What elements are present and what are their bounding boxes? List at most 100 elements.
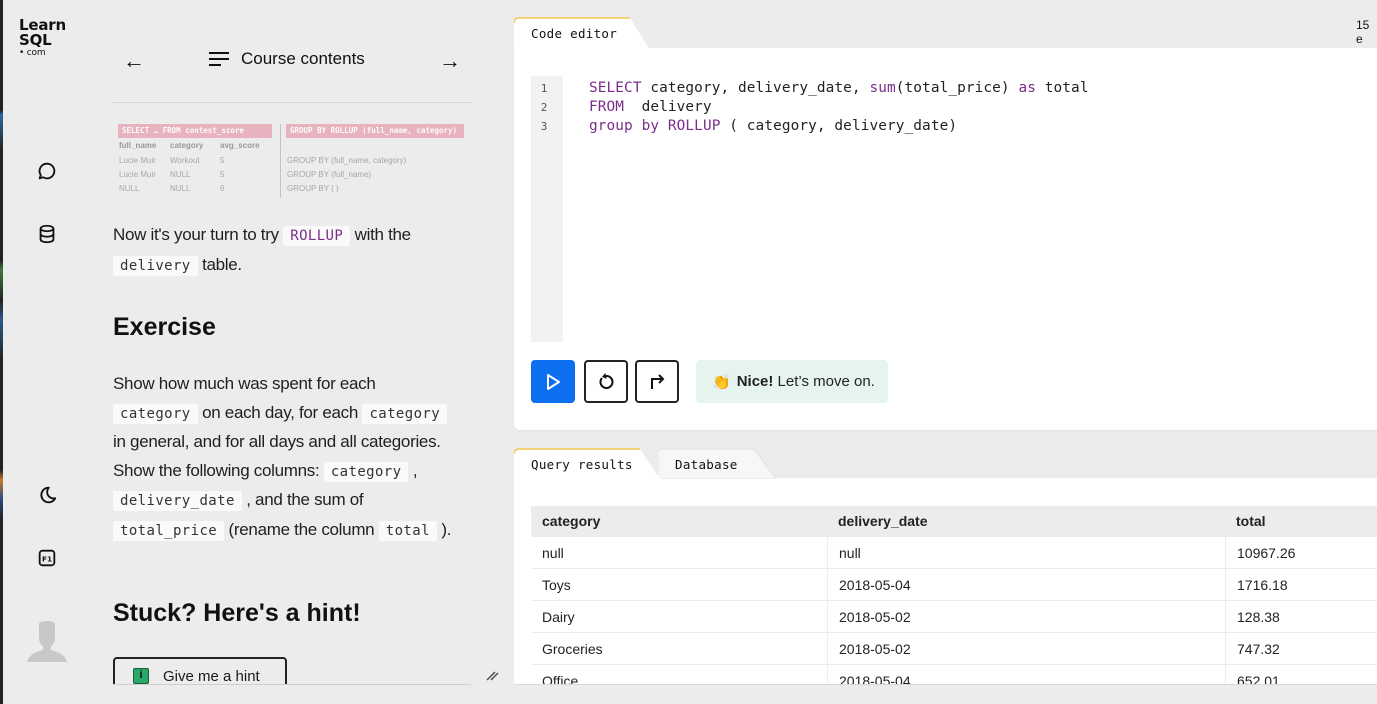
diagram-grouping: GROUP BY (full_name) (287, 170, 372, 179)
code-line: FROM delivery (589, 98, 1089, 117)
table-cell: null (827, 537, 1225, 568)
inline-code: category (362, 403, 448, 424)
f1-help-icon[interactable]: F1 (36, 547, 58, 569)
sql-text: ( category, delivery_date) (720, 118, 958, 135)
info-icon: i (133, 668, 149, 684)
text: , (408, 460, 418, 480)
text: ). (436, 519, 452, 539)
table-cell: 1716.18 (1225, 569, 1377, 600)
sql-keyword: FROM (589, 99, 625, 116)
nav-divider (113, 102, 471, 103)
line-number: 3 (540, 120, 548, 133)
table-cell: 747.32 (1225, 633, 1377, 664)
previous-exercise-button[interactable]: ← (123, 48, 145, 74)
text: table. (197, 254, 242, 274)
table-row: null null 10967.26 (531, 537, 1377, 569)
table-row: Dairy 2018-05-02 128.38 (531, 601, 1377, 633)
instructions-panel: ← Course contents → SELECT … FROM contes… (113, 0, 473, 684)
dark-mode-icon[interactable] (36, 484, 58, 506)
reset-code-button[interactable] (584, 360, 628, 403)
sql-keyword: SELECT (589, 80, 642, 96)
success-rest: Let’s move on. (773, 373, 875, 390)
learnsql-logo[interactable]: Learn SQL • com (19, 18, 66, 59)
inline-code: delivery (113, 255, 198, 276)
table-row: Office 2018-05-04 652.01 (531, 665, 1377, 684)
table-cell: 2018-05-04 (827, 665, 1225, 684)
table-cell: 10967.26 (1225, 537, 1377, 568)
line-number: 2 (540, 101, 548, 114)
table-cell: 128.38 (1225, 601, 1377, 632)
success-bold: Nice! (736, 373, 774, 390)
table-cell: 2018-05-02 (827, 633, 1225, 664)
diagram-separator (280, 124, 281, 198)
svg-text:F1: F1 (42, 555, 52, 564)
diagram-right-header: GROUP BY ROLLUP (full_name, category) (286, 124, 464, 138)
resize-handle-icon[interactable] (485, 668, 499, 682)
text: Show how much was spent for each (113, 374, 376, 393)
text: with the (350, 225, 412, 244)
course-contents-label: Course contents (241, 49, 365, 68)
text: on each day, for each (197, 402, 363, 422)
panel-bottom-divider (113, 684, 471, 685)
logo-line-3: • com (19, 48, 46, 58)
next-exercise-button[interactable]: → (439, 48, 461, 74)
exercise-counter: 15 e (1356, 18, 1370, 46)
play-icon (547, 373, 560, 390)
chat-icon[interactable] (36, 160, 58, 182)
sql-text: (total_price) (895, 80, 1019, 96)
column-header[interactable]: category (531, 506, 827, 537)
table-row: Groceries 2018-05-02 747.32 (531, 633, 1377, 665)
line-number-gutter: 1 2 3 (531, 76, 563, 342)
table-cell: 2018-05-02 (827, 601, 1225, 632)
inline-code: ROLLUP (283, 226, 351, 246)
bottom-bar (514, 684, 1377, 704)
code-line: group by ROLLUP ( category, delivery_dat… (589, 117, 1089, 136)
left-rail: Learn SQL • com F1 (3, 0, 103, 704)
tab-database-label: Database (675, 457, 738, 472)
sql-text: category, delivery_date, (641, 80, 870, 96)
learnsql-app: Learn SQL • com F1 ← Course contents → S… (0, 0, 1377, 704)
table-cell: Office (542, 673, 579, 684)
column-header[interactable]: delivery_date (827, 506, 1225, 537)
course-contents-button[interactable]: Course contents (209, 49, 365, 69)
table-row: Toys 2018-05-04 1716.18 (531, 569, 1377, 601)
tab-query-results[interactable]: Query results (514, 448, 660, 481)
diagram-grouping: GROUP BY ( ) (287, 184, 339, 193)
exercise-heading: Exercise (113, 313, 216, 341)
diagram-cell: NULL (119, 184, 140, 193)
exercise-instructions: Show how much was spent for each categor… (113, 370, 463, 545)
sql-code-input[interactable]: SELECT category, delivery_date, sum(tota… (589, 79, 1089, 137)
diagram-cell: NULL (170, 170, 191, 179)
logo-line-2: SQL (19, 31, 52, 49)
tab-code-editor-label: Code editor (531, 26, 618, 41)
table-cell: Dairy (542, 609, 575, 625)
diagram-col: category (170, 141, 204, 150)
diagram-grouping: GROUP BY (full_name, category) (287, 156, 407, 165)
success-message: 👏 Nice! Let’s move on. (696, 360, 888, 403)
text: (rename the column (224, 519, 379, 539)
next-step-button[interactable] (635, 360, 679, 403)
diagram-left-header: SELECT … FROM contest_score (118, 124, 272, 138)
tab-database[interactable]: Database (658, 448, 776, 481)
text: Now it's your turn to try (113, 225, 284, 244)
user-avatar-icon[interactable] (25, 618, 69, 668)
diagram-cell: 5 (220, 156, 225, 165)
diagram-cell: Lucie Muir (119, 170, 156, 179)
diagram-cell: 6 (220, 184, 225, 193)
table-cell: Toys (542, 577, 571, 593)
table-cell: null (542, 545, 564, 561)
table-cell: 652.01 (1225, 665, 1377, 684)
clapping-hands-icon: 👏 (712, 373, 731, 391)
rollup-diagram: SELECT … FROM contest_score GROUP BY ROL… (118, 122, 468, 202)
database-icon[interactable] (36, 223, 58, 245)
run-query-button[interactable] (531, 360, 575, 403)
column-header[interactable]: total (1225, 506, 1377, 537)
sql-text: delivery (624, 99, 712, 116)
give-hint-button[interactable]: i Give me a hint (113, 657, 287, 684)
menu-lines-icon (209, 52, 229, 66)
diagram-col: full_name (119, 141, 157, 150)
tab-code-editor[interactable]: Code editor (514, 17, 650, 50)
inline-code: category (113, 403, 198, 424)
course-nav: ← Course contents → (113, 40, 471, 82)
